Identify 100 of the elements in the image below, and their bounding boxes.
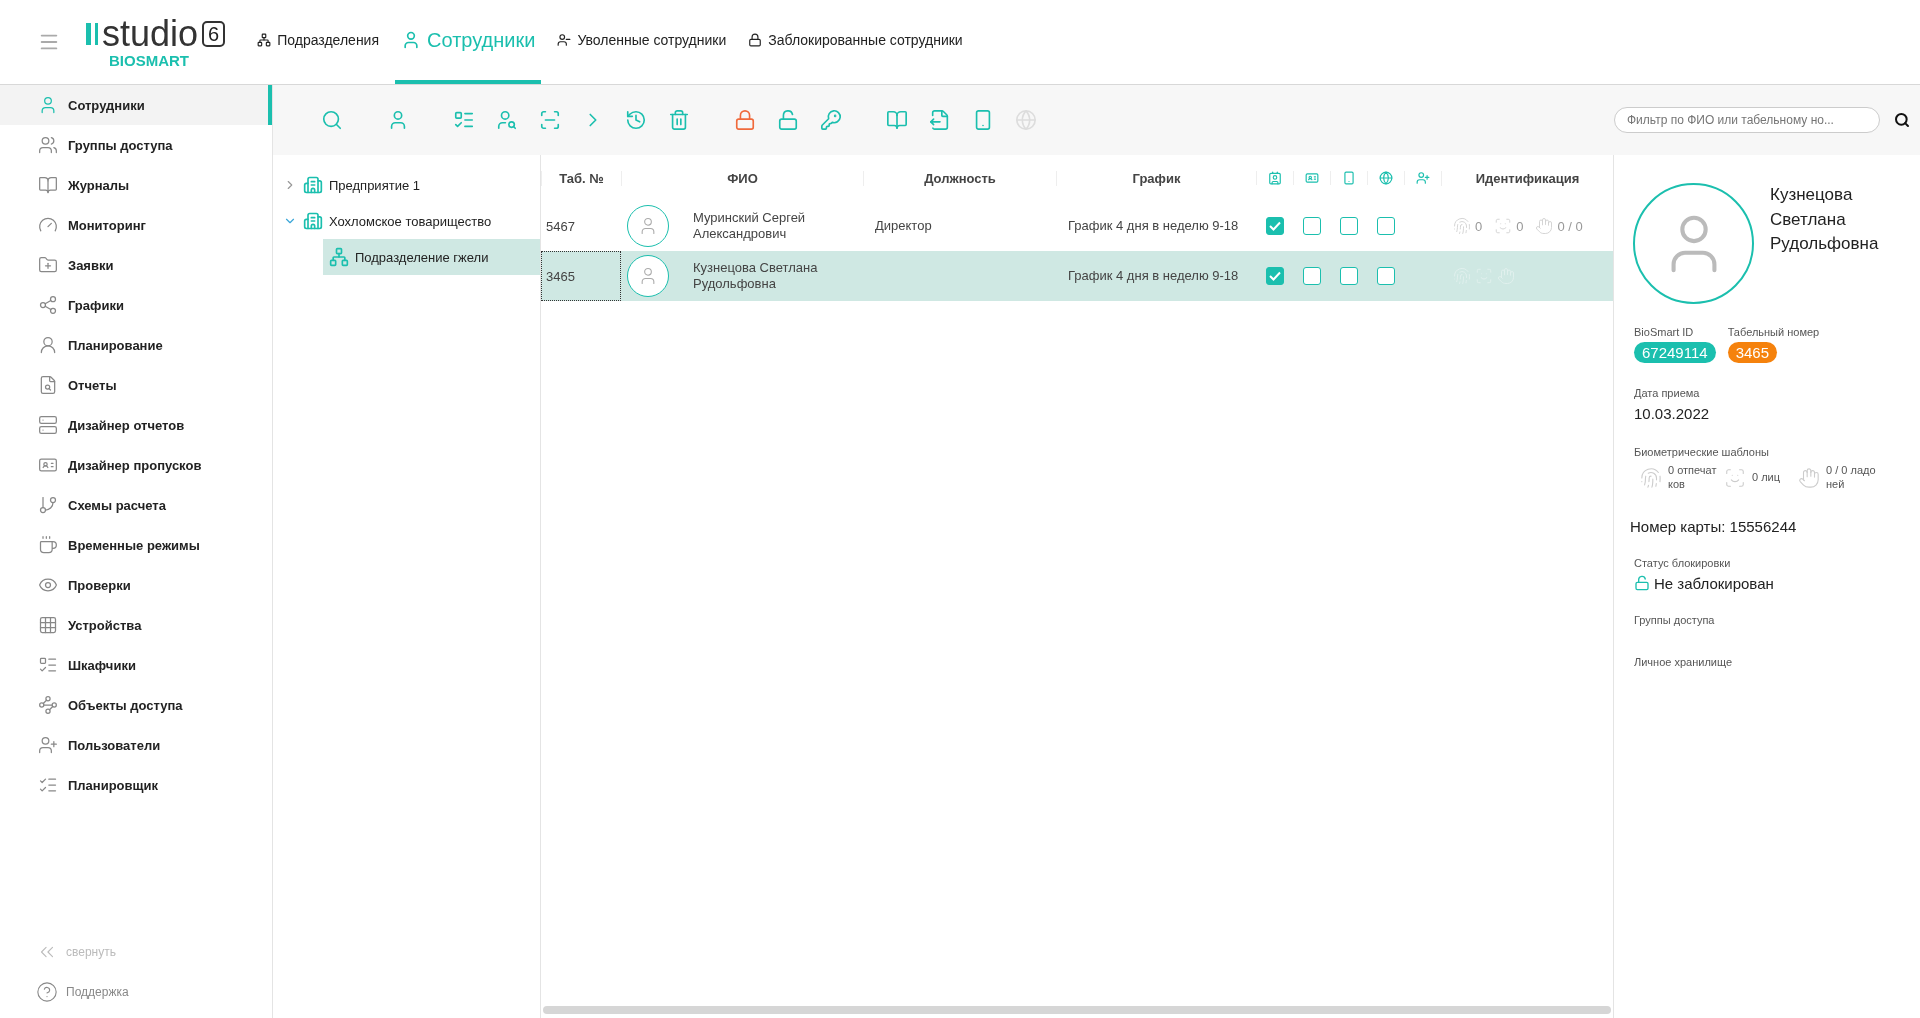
checkbox[interactable] <box>1376 217 1395 235</box>
sidebar-item[interactable]: Сотрудники <box>0 85 272 125</box>
sidebar-item[interactable]: Временные режимы <box>0 525 272 565</box>
help-icon <box>36 981 58 1003</box>
user-icon <box>38 335 58 355</box>
hierarchy-icon <box>257 33 272 47</box>
sidebar-item[interactable]: Отчеты <box>0 365 272 405</box>
column-header[interactable]: График <box>1056 170 1256 186</box>
sidebar-item[interactable]: Мониторинг <box>0 205 272 245</box>
sidebar-item[interactable]: Устройства <box>0 605 272 645</box>
scrollbar[interactable] <box>543 1006 1611 1014</box>
sidebar-item[interactable]: Планирование <box>0 325 272 365</box>
checkbox[interactable] <box>1265 267 1284 285</box>
fingerprint-count: 0 отпечатков <box>1668 464 1718 492</box>
nav-tab[interactable]: Заблокированные сотрудники <box>742 0 969 84</box>
checkbox[interactable] <box>1302 217 1321 235</box>
field-label: Табельный номер <box>1727 326 1820 338</box>
face-count: 0 лиц <box>1752 470 1782 485</box>
sidebar-item[interactable]: Схемы расчета <box>0 485 272 525</box>
avatar-icon <box>1633 183 1754 304</box>
face-scan-icon <box>1494 217 1513 235</box>
sidebar-item[interactable]: Объекты доступа <box>0 685 272 725</box>
nodes-icon <box>38 695 58 715</box>
sidebar-item[interactable]: Графики <box>0 285 272 325</box>
tree-item[interactable]: Предприятие 1 <box>277 167 540 203</box>
checkbox[interactable] <box>1265 217 1284 235</box>
sidebar-item[interactable]: Заявки <box>0 245 272 285</box>
hierarchy-icon <box>329 247 349 267</box>
search-field[interactable]: Фильтр по ФИО или табельному но... <box>1614 107 1880 133</box>
checkbox[interactable] <box>1339 267 1358 285</box>
logo-text: studio <box>102 15 199 52</box>
sidebar-item[interactable]: Группы доступа <box>0 125 272 165</box>
field-label: Дата приема <box>1634 387 1701 399</box>
table-cell-text: График 4 дня в неделю 9-18 <box>1067 267 1240 285</box>
table-cell-text: Кузнецова Светлана Рудольфовна <box>692 259 819 293</box>
share-icon <box>38 295 58 315</box>
table-row[interactable]: 3465 Кузнецова Светлана Рудольфовна График 4 дня в неделю 9-18 <box>541 251 1613 301</box>
face-scan-icon <box>1724 466 1746 489</box>
column-header[interactable]: Таб. № <box>541 170 621 186</box>
fingerprint-icon <box>1453 217 1471 235</box>
table-row[interactable]: 5467 Муринский Сергей Александрович Директор График 4 дня в неделю 9-18 0 0 0 / 0 <box>541 201 1613 251</box>
card-number: Номер карты: 15556244 <box>1630 517 1798 535</box>
users-icon <box>38 135 58 155</box>
hand-icon <box>1798 466 1820 489</box>
nav-tab[interactable]: Подразделения <box>251 0 386 84</box>
field-label: Статус блокировки <box>1634 556 1732 569</box>
nav-tab[interactable]: Уволенные сотрудники <box>551 0 733 84</box>
field-label: Личное хранилище <box>1634 655 1734 668</box>
search-icon[interactable] <box>1894 112 1910 128</box>
lock-status: Не заблокирован <box>1654 574 1774 592</box>
book-icon <box>38 175 58 195</box>
field-label: Группы доступа <box>1634 613 1716 626</box>
hand-icon <box>1535 217 1554 235</box>
number-badge: 3465 <box>1727 342 1777 363</box>
tree-item[interactable]: Подразделение гжели <box>323 239 540 275</box>
table-cell-text: 5467 <box>545 217 576 236</box>
checkbox[interactable] <box>1339 217 1358 235</box>
grid-icon <box>38 615 58 635</box>
building-icon <box>303 175 323 195</box>
logo-mark-icon <box>86 22 98 45</box>
sidebar-item[interactable]: Планировщик <box>0 765 272 805</box>
user-plus-icon <box>38 735 58 755</box>
user-minus-icon <box>557 33 572 47</box>
cabinet-icon <box>38 415 58 435</box>
column-header[interactable]: ФИО <box>621 170 863 186</box>
hire-date: 10.03.2022 <box>1634 405 1711 422</box>
cup-icon <box>38 535 58 555</box>
column-header[interactable]: Идентификация <box>1441 170 1613 186</box>
field-label: BioSmart ID <box>1634 326 1694 338</box>
logo-version: 6 <box>202 20 226 47</box>
sidebar-item[interactable]: Пользователи <box>0 725 272 765</box>
sidebar-item[interactable]: Проверки <box>0 565 272 605</box>
file-search-icon <box>38 375 58 395</box>
column-header[interactable]: Должность <box>863 170 1056 186</box>
building-icon <box>303 211 323 231</box>
logo-brand: BIOSMART <box>109 51 190 69</box>
checkbox[interactable] <box>1376 267 1395 285</box>
avatar-icon <box>627 205 669 247</box>
sidebar-item[interactable]: Журналы <box>0 165 272 205</box>
table-cell-text: Муринский Сергей Александрович <box>692 209 807 243</box>
table-cell-text: График 4 дня в неделю 9-18 <box>1067 217 1240 235</box>
table-cell-text: Директор <box>874 217 933 235</box>
face-count: 0 <box>1516 218 1524 234</box>
fingerprint-count: 0 <box>1475 218 1483 234</box>
checkbox[interactable] <box>1302 267 1321 285</box>
branch-icon <box>38 495 58 515</box>
sidebar-item[interactable]: Дизайнер отчетов <box>0 405 272 445</box>
tree-item[interactable]: Хохломское товарищество <box>277 203 540 239</box>
palm-count: 0 / 0 <box>1557 218 1583 234</box>
field-label: Биометрические шаблоны <box>1634 446 1770 458</box>
employee-name: Кузнецова Светлана Рудольфовна <box>1770 184 1880 256</box>
id-badge: 67249114 <box>1634 342 1716 363</box>
support-link[interactable]: Поддержка <box>0 972 272 1012</box>
avatar-icon <box>627 255 669 297</box>
lock-icon <box>748 33 763 47</box>
folder-plus-icon <box>38 255 58 275</box>
unlock-icon <box>1634 575 1650 591</box>
sidebar-item[interactable]: Шкафчики <box>0 645 272 685</box>
sidebar-item[interactable]: Дизайнер пропусков <box>0 445 272 485</box>
palm-count: 0 / 0 ладоней <box>1826 464 1877 492</box>
